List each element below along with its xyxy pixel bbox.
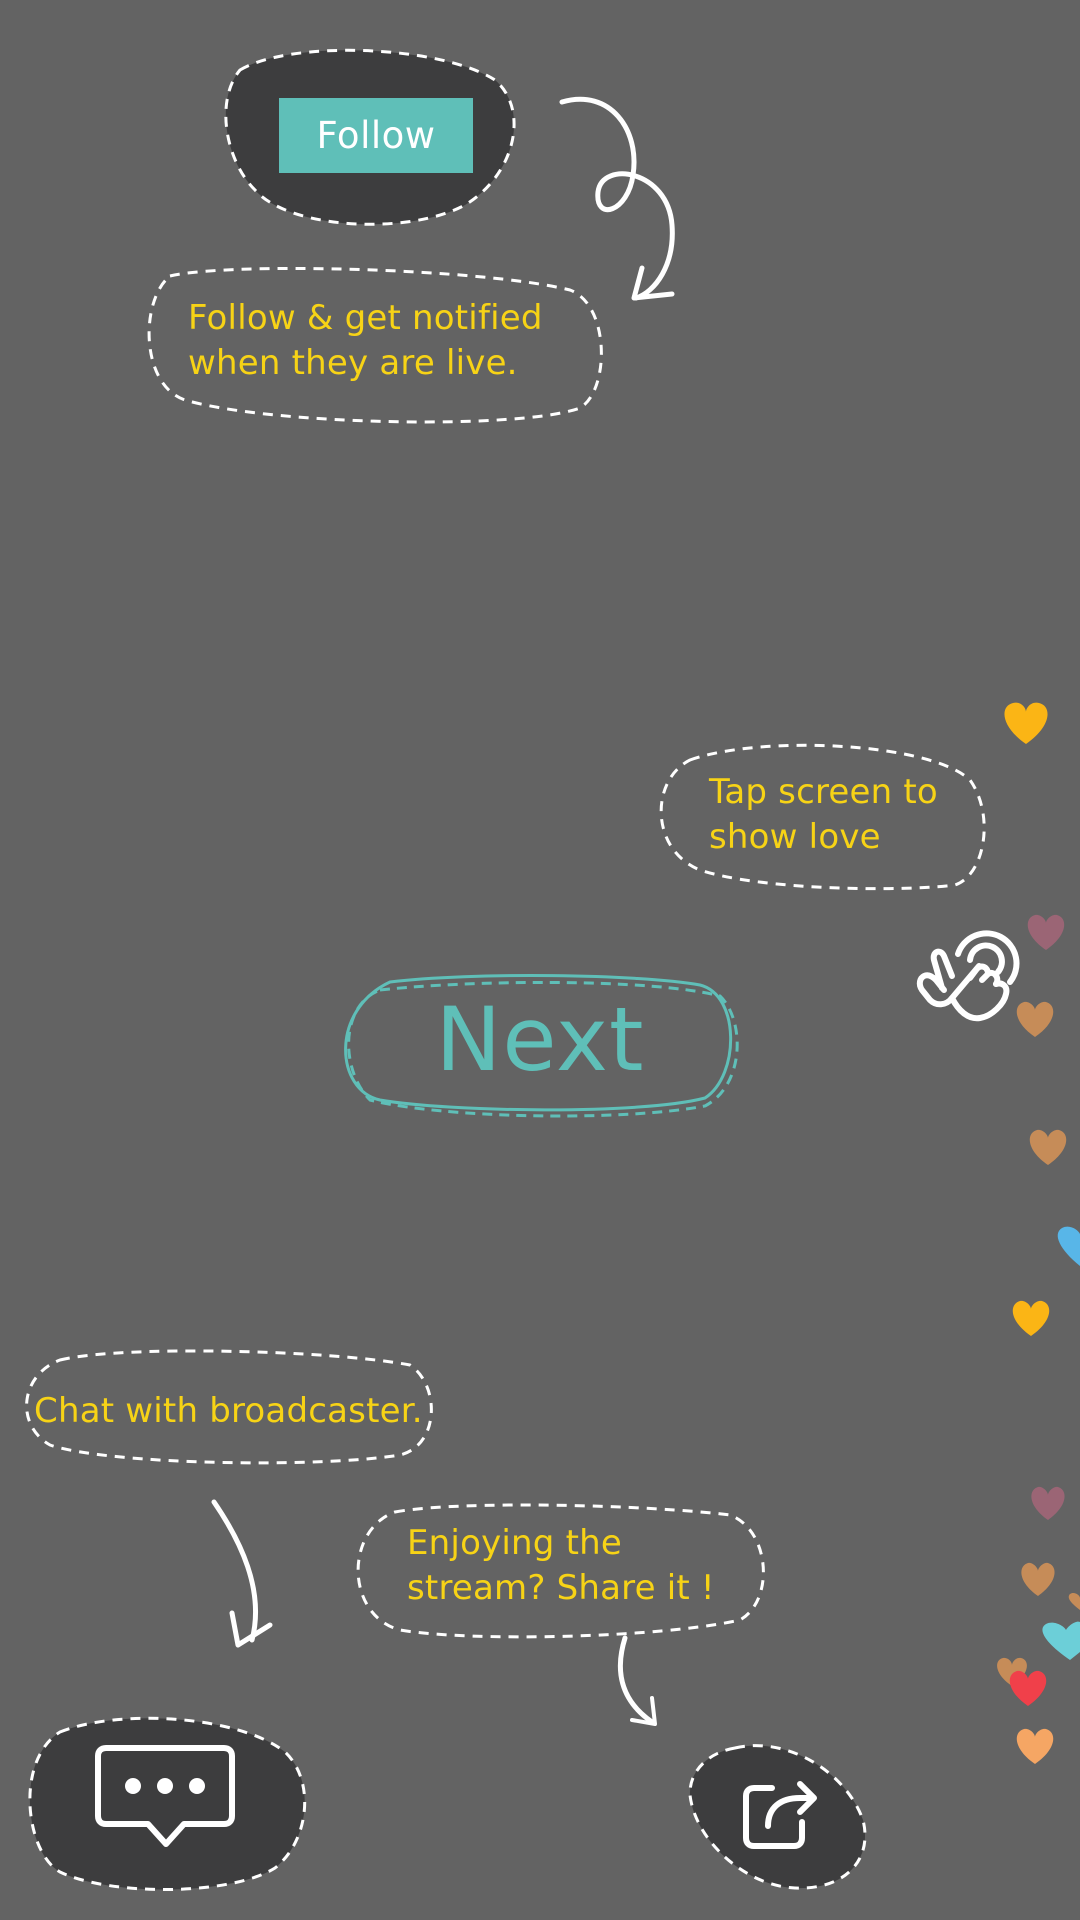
heart-icon	[1012, 1300, 1050, 1336]
next-button[interactable]: Next	[340, 990, 740, 1090]
follow-hint-text: Follow & get notified when they are live…	[188, 298, 543, 383]
heart-icon	[1057, 1226, 1080, 1266]
floating-hearts	[997, 702, 1080, 1764]
heart-icon	[1068, 1592, 1080, 1610]
share-icon	[743, 1781, 817, 1849]
heart-icon	[1042, 1621, 1080, 1660]
love-hint-text: Tap screen to show love	[709, 772, 938, 857]
heart-icon	[1004, 702, 1048, 744]
heart-icon	[1029, 1129, 1067, 1165]
chat-button[interactable]	[20, 1710, 310, 1892]
share-arrow	[617, 1635, 655, 1725]
heart-icon	[1009, 1670, 1047, 1706]
follow-curly-arrow	[559, 96, 675, 301]
chat-bubble-icon	[95, 1745, 235, 1847]
follow-curly-arrowhead	[631, 265, 675, 301]
heart-icon	[1021, 1562, 1055, 1596]
follow-button[interactable]: Follow	[279, 98, 473, 173]
tap-hand-icon	[916, 930, 1020, 1022]
heart-icon	[1016, 1728, 1054, 1764]
heart-icon	[1027, 914, 1065, 950]
share-hint-text: Enjoying the stream? Share it !	[407, 1523, 715, 1608]
chat-hint-text: Chat with broadcaster.	[34, 1391, 423, 1431]
heart-icon	[1031, 1486, 1065, 1520]
share-button[interactable]	[685, 1740, 871, 1892]
